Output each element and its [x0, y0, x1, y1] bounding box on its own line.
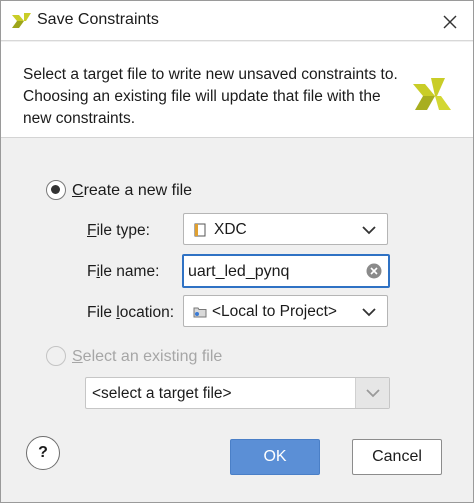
file-name-value[interactable]: uart_led_pynq [188, 263, 289, 281]
chevron-down-icon [362, 226, 376, 235]
window-title: Save Constraints [37, 11, 159, 28]
chevron-down-icon [365, 389, 380, 398]
create-new-file-radio[interactable] [46, 180, 66, 200]
clear-icon[interactable] [366, 263, 382, 279]
file-location-label: File location: [87, 304, 175, 321]
chevron-down-icon [362, 308, 376, 317]
file-location-value: <Local to Project> [212, 303, 337, 320]
vivado-logo-icon [413, 78, 451, 110]
select-existing-file-label[interactable]: Select an existing file [72, 348, 222, 366]
create-new-file-label[interactable]: Create a new file [72, 182, 192, 200]
save-constraints-dialog: Save Constraints Select a target file to… [0, 0, 474, 503]
file-type-label: File type: [87, 222, 150, 239]
select-existing-file-radio[interactable] [46, 346, 66, 366]
ok-button[interactable]: OK [230, 439, 320, 475]
existing-file-select[interactable]: <select a target file> [85, 377, 390, 409]
file-name-label: File name: [87, 263, 160, 280]
file-location-select[interactable]: <Local to Project> [183, 295, 388, 327]
file-type-select[interactable]: XDC [183, 213, 388, 245]
close-button[interactable] [437, 9, 463, 35]
file-icon [194, 223, 206, 237]
file-type-value: XDC [214, 221, 247, 238]
vivado-logo-icon [12, 13, 31, 28]
file-name-input[interactable]: uart_led_pynq [182, 254, 390, 288]
existing-file-dropdown-button[interactable] [355, 378, 389, 408]
existing-file-value: <select a target file> [92, 385, 232, 402]
cancel-button[interactable]: Cancel [352, 439, 442, 475]
close-icon [443, 15, 457, 29]
folder-icon [193, 307, 207, 318]
title-bar: Save Constraints [1, 1, 473, 41]
header-description: Select a target file to write new unsave… [23, 66, 398, 127]
help-button[interactable]: ? [26, 436, 60, 470]
header-panel: Select a target file to write new unsave… [1, 42, 473, 138]
